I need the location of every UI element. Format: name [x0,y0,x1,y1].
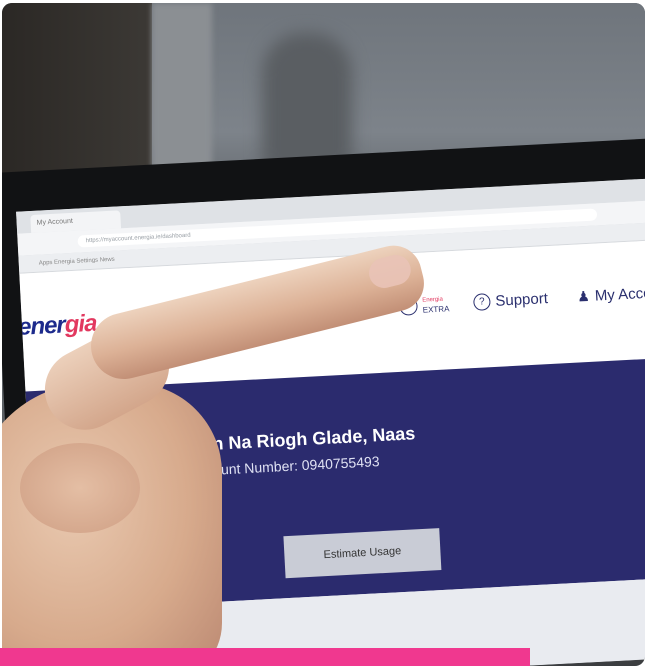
hand-knuckle [20,443,140,533]
pink-caption-bar [0,648,530,666]
extra-label: Energia EXTRA [422,296,450,315]
nav-my-account[interactable]: ♟ My Acco [577,285,645,306]
estimate-usage-button[interactable]: Estimate Usage [283,528,442,579]
property-address: Dun Na Riogh Glade, Naas [187,423,416,456]
photo-frame: My Account https://myaccount.energia.ie/… [2,3,645,666]
fingernail [365,251,414,292]
logo-text: ener [17,311,66,341]
nav-support[interactable]: ? Support [472,290,549,311]
help-icon: ? [472,293,491,311]
account-label: My Acco [594,284,645,305]
energia-logo[interactable]: energia [17,310,97,342]
support-label: Support [494,290,549,310]
user-icon: ♟ [576,287,591,305]
